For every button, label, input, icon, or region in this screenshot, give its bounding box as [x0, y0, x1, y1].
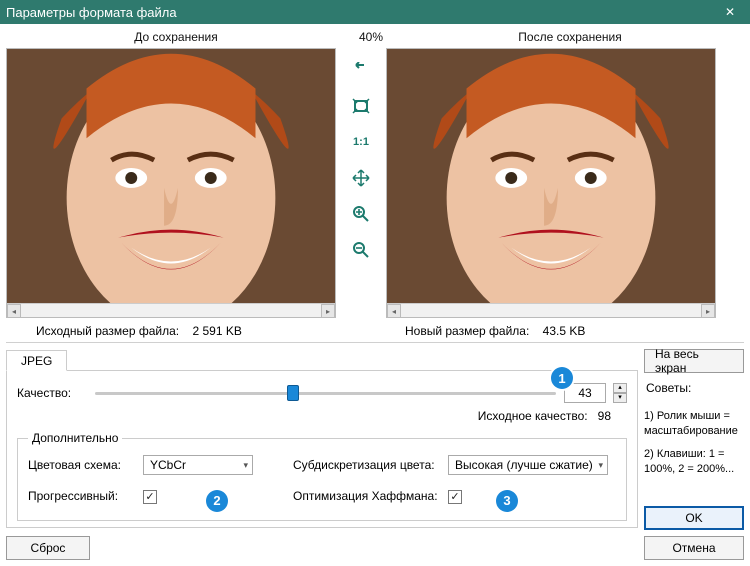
- fit-screen-icon[interactable]: [347, 94, 375, 118]
- actual-size-icon[interactable]: 1:1: [347, 130, 375, 154]
- fullscreen-button[interactable]: На весь экран: [644, 349, 744, 373]
- scrollbar-after[interactable]: ◂ ▸: [387, 303, 715, 317]
- huffman-checkbox[interactable]: ✓: [448, 490, 462, 504]
- stats-row: Исходный размер файла: 2 591 KB Новый ра…: [6, 324, 744, 338]
- window-title: Параметры формата файла: [6, 5, 716, 20]
- new-size-value: 43.5 KB: [543, 324, 586, 338]
- progressive-label: Прогрессивный:: [28, 489, 143, 503]
- quality-row: Качество: ▴ ▾: [17, 381, 627, 405]
- original-size-label: Исходный размер файла:: [36, 324, 179, 338]
- quality-spinner: ▴ ▾: [613, 383, 627, 403]
- tab-jpeg[interactable]: JPEG: [6, 350, 67, 371]
- new-size-label: Новый размер файла:: [405, 324, 529, 338]
- scroll-left-icon[interactable]: ◂: [387, 304, 401, 318]
- chevron-down-icon: ▾: [243, 460, 248, 471]
- chevron-down-icon: ▾: [598, 460, 603, 471]
- tool-column: 1:1: [338, 48, 384, 318]
- preview-after-image[interactable]: [387, 49, 715, 303]
- source-quality-value: 98: [598, 409, 611, 423]
- cancel-button[interactable]: Отмена: [644, 536, 744, 560]
- zoom-out-icon[interactable]: [347, 238, 375, 262]
- slider-track: [95, 392, 556, 395]
- settings-panel: JPEG Качество: ▴ ▾ Исходное кач: [6, 349, 638, 560]
- original-size-value: 2 591 KB: [192, 324, 241, 338]
- face-illustration: [7, 49, 335, 303]
- divider: [6, 342, 744, 343]
- subsampling-dropdown[interactable]: Высокая (лучше сжатие) ▾: [448, 455, 608, 475]
- ok-button[interactable]: OK: [644, 506, 744, 530]
- before-label: До сохранения: [6, 30, 346, 44]
- preview-before-image[interactable]: [7, 49, 335, 303]
- color-scheme-dropdown[interactable]: YCbCr ▾: [143, 455, 253, 475]
- zoom-percent: 40%: [346, 30, 396, 44]
- face-illustration: [387, 49, 715, 303]
- reset-button[interactable]: Сброс: [6, 536, 90, 560]
- hint-2: 2) Клавиши: 1 = 100%, 2 = 200%...: [644, 447, 744, 477]
- preview-before: ◂ ▸: [6, 48, 336, 318]
- quality-spin-down[interactable]: ▾: [613, 393, 627, 403]
- scroll-right-icon[interactable]: ▸: [701, 304, 715, 318]
- huffman-label: Оптимизация Хаффмана:: [293, 489, 448, 503]
- advanced-fieldset: Дополнительно Цветовая схема: YCbCr ▾ Су…: [17, 431, 627, 521]
- after-label: После сохранения: [396, 30, 744, 44]
- subsampling-value: Высокая (лучше сжатие): [455, 458, 593, 472]
- preview-row: ◂ ▸ 1:1: [6, 48, 744, 318]
- color-scheme-label: Цветовая схема:: [28, 458, 143, 472]
- preview-header: До сохранения 40% После сохранения: [6, 28, 744, 46]
- close-button[interactable]: ✕: [716, 2, 744, 22]
- quality-spin-up[interactable]: ▴: [613, 383, 627, 393]
- scroll-left-icon[interactable]: ◂: [7, 304, 21, 318]
- source-quality-label: Исходное качество:: [478, 409, 588, 423]
- titlebar: Параметры формата файла ✕: [0, 0, 750, 24]
- swap-icon[interactable]: [347, 58, 375, 82]
- hints-title: Советы:: [646, 381, 744, 395]
- quality-slider[interactable]: [95, 381, 556, 405]
- zoom-in-icon[interactable]: [347, 202, 375, 226]
- progressive-checkbox[interactable]: ✓: [143, 490, 157, 504]
- advanced-legend: Дополнительно: [28, 431, 122, 445]
- source-quality-row: Исходное качество: 98: [17, 409, 611, 423]
- pan-icon[interactable]: [347, 166, 375, 190]
- hint-1: 1) Ролик мыши = масштабирование: [644, 409, 744, 439]
- subsampling-label: Субдискретизация цвета:: [293, 458, 448, 472]
- quality-label: Качество:: [17, 386, 87, 400]
- slider-thumb[interactable]: [287, 385, 299, 401]
- close-icon: ✕: [725, 5, 735, 19]
- color-scheme-value: YCbCr: [150, 458, 186, 472]
- scroll-right-icon[interactable]: ▸: [321, 304, 335, 318]
- tab-strip: JPEG: [6, 349, 638, 371]
- scrollbar-before[interactable]: ◂ ▸: [7, 303, 335, 317]
- quality-input[interactable]: [564, 383, 606, 403]
- right-column: На весь экран Советы: 1) Ролик мыши = ма…: [644, 349, 744, 560]
- preview-after: ◂ ▸: [386, 48, 716, 318]
